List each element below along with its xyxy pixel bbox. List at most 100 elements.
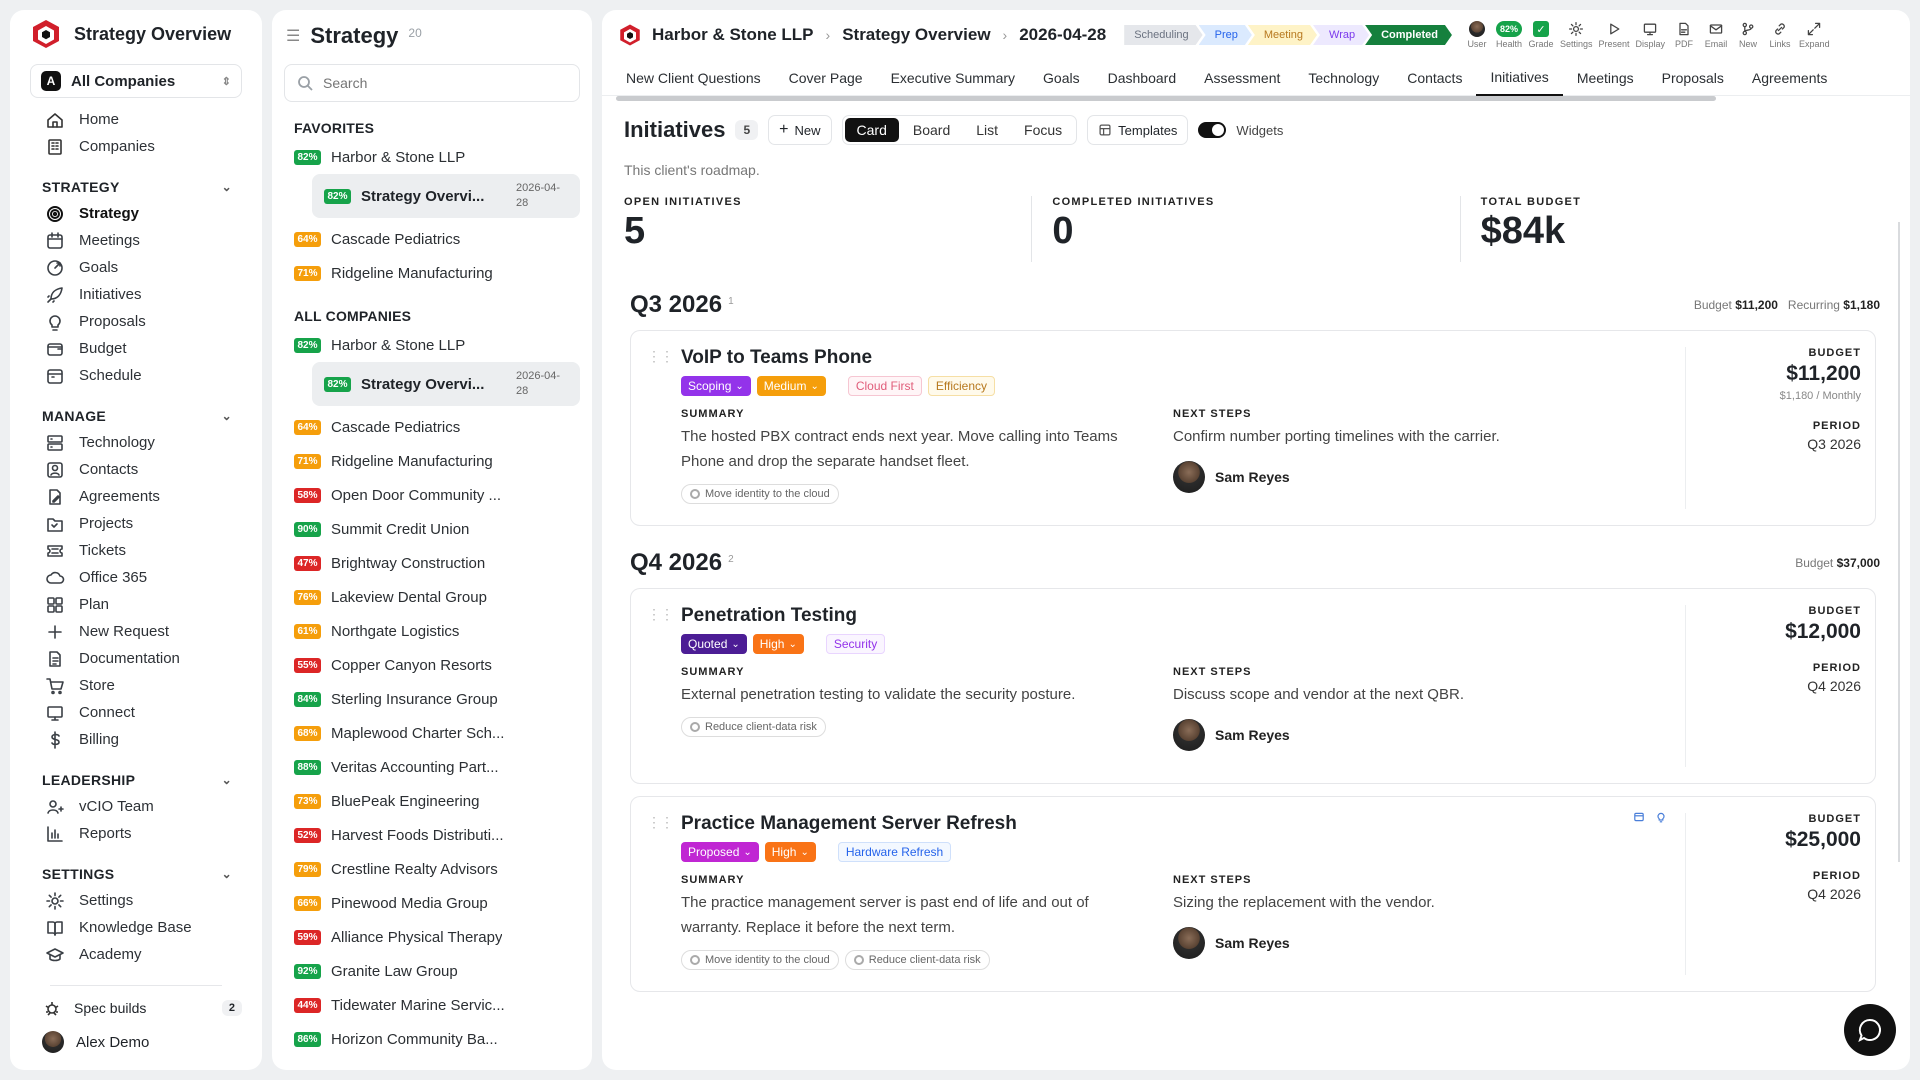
company-item[interactable]: 88% Veritas Accounting Part... [272, 750, 592, 784]
sidebar-item-connect[interactable]: Connect [10, 699, 262, 726]
sidebar-item-new-request[interactable]: New Request [10, 618, 262, 645]
tab-dashboard[interactable]: Dashboard [1094, 60, 1191, 96]
company-item[interactable]: 52% Harvest Foods Distributi... [272, 818, 592, 852]
sidebar-item-store[interactable]: Store [10, 672, 262, 699]
tool-user[interactable]: User [1464, 21, 1490, 49]
owner[interactable]: Sam Reyes [1173, 719, 1665, 751]
company-item[interactable]: 58% Open Door Community ... [272, 478, 592, 512]
tab-goals[interactable]: Goals [1029, 60, 1094, 96]
tool-health[interactable]: 82% Health [1495, 21, 1522, 49]
horizontal-scrollbar[interactable] [612, 96, 1900, 102]
sidebar-item-settings[interactable]: Settings [10, 887, 262, 914]
drag-handle-icon[interactable]: ⋮⋮ [647, 607, 674, 621]
tab-technology[interactable]: Technology [1294, 60, 1393, 96]
user-row[interactable]: Alex Demo [30, 1024, 242, 1060]
drag-handle-icon[interactable]: ⋮⋮ [647, 349, 674, 363]
company-item[interactable]: 64% Cascade Pediatrics [272, 222, 592, 256]
sidebar-item-contacts[interactable]: Contacts [10, 456, 262, 483]
sidebar-item-knowledge-base[interactable]: Knowledge Base [10, 914, 262, 941]
tool-display[interactable]: Display [1636, 21, 1665, 49]
company-item[interactable]: 73% BluePeak Engineering [272, 784, 592, 818]
sidebar-section-leadership[interactable]: LEADERSHIP ⌄ [10, 767, 262, 793]
company-item[interactable]: 61% Northgate Logistics [272, 614, 592, 648]
chevron-down-icon[interactable]: ⌄ [222, 773, 232, 787]
view-list[interactable]: List [964, 118, 1010, 142]
sidebar-item-office-365[interactable]: Office 365 [10, 564, 262, 591]
sidebar-item-projects[interactable]: Projects [10, 510, 262, 537]
drag-handle-icon[interactable]: ⋮⋮ [647, 815, 674, 829]
sidebar-item-companies[interactable]: Companies [10, 133, 262, 160]
tab-meetings[interactable]: Meetings [1563, 60, 1648, 96]
stage-meeting[interactable]: Meeting [1248, 25, 1317, 45]
tab-proposals[interactable]: Proposals [1648, 60, 1738, 96]
goal-chip[interactable]: Move identity to the cloud [681, 484, 839, 504]
priority-dropdown[interactable]: High ⌄ [752, 634, 804, 654]
sidebar-item-billing[interactable]: Billing [10, 726, 262, 753]
status-dropdown[interactable]: Proposed ⌄ [681, 842, 759, 862]
sidebar-item-academy[interactable]: Academy [10, 941, 262, 968]
tab-cover-page[interactable]: Cover Page [775, 60, 877, 96]
lightbulb-link-icon[interactable] [1655, 811, 1667, 826]
initiative-title[interactable]: VoIP to Teams Phone [681, 347, 1665, 369]
chevron-down-icon[interactable]: ⌄ [222, 180, 232, 194]
sidebar-section-manage[interactable]: MANAGE ⌄ [10, 403, 262, 429]
company-item[interactable]: 86% Horizon Community Ba... [272, 1022, 592, 1056]
stage-prep[interactable]: Prep [1199, 25, 1252, 45]
view-card[interactable]: Card [844, 118, 899, 142]
initiative-title[interactable]: Practice Management Server Refresh [681, 813, 1665, 835]
priority-dropdown[interactable]: High ⌄ [764, 842, 816, 862]
status-dropdown[interactable]: Quoted ⌄ [681, 634, 747, 654]
tab-contacts[interactable]: Contacts [1393, 60, 1476, 96]
goal-chip[interactable]: Reduce client-data risk [844, 950, 990, 970]
sidebar-item-strategy[interactable]: Strategy [10, 200, 262, 227]
sidebar-item-agreements[interactable]: Agreements [10, 483, 262, 510]
scrollbar-thumb[interactable] [616, 96, 1716, 101]
menu-icon[interactable]: ☰ [286, 26, 300, 46]
initiative-card[interactable]: ⋮⋮ VoIP to Teams Phone Scoping ⌄ Medium ⌄ Clou… [630, 330, 1876, 526]
company-item[interactable]: 59% Alliance Physical Therapy [272, 920, 592, 954]
company-item[interactable]: 71% Ridgeline Manufacturing [272, 256, 592, 290]
breadcrumb-page[interactable]: Strategy Overview [842, 25, 990, 45]
sidebar-item-documentation[interactable]: Documentation [10, 645, 262, 672]
sidebar-item-reports[interactable]: Reports [10, 820, 262, 847]
sidebar-item-vcio-team[interactable]: vCIO Team [10, 793, 262, 820]
sidebar-item-tickets[interactable]: Tickets [10, 537, 262, 564]
sidebar-item-budget[interactable]: Budget [10, 335, 262, 362]
tool-email[interactable]: Email [1703, 21, 1729, 49]
tool-links[interactable]: Links [1767, 21, 1793, 49]
company-item[interactable]: 47% Brightway Construction [272, 546, 592, 580]
status-dropdown[interactable]: Scoping ⌄ [681, 376, 751, 396]
initiative-card[interactable]: ⋮⋮ Practice Management Server Refresh Prop… [630, 796, 1876, 992]
tab-assessment[interactable]: Assessment [1190, 60, 1294, 96]
sidebar-item-home[interactable]: Home [10, 106, 262, 133]
templates-button[interactable]: Templates [1087, 115, 1189, 145]
goal-chip[interactable]: Reduce client-data risk [681, 717, 826, 737]
initiative-card[interactable]: ⋮⋮ Penetration Testing Quoted ⌄ High ⌄ Securit… [630, 588, 1876, 784]
company-item[interactable]: 92% Granite Law Group [272, 954, 592, 988]
tool-present[interactable]: Present [1599, 21, 1630, 49]
company-item[interactable]: 55% Copper Canyon Resorts [272, 648, 592, 682]
spec-builds-row[interactable]: Spec builds 2 [30, 992, 242, 1024]
company-item[interactable]: 82% Harbor & Stone LLP [272, 328, 592, 362]
tool-new[interactable]: New [1735, 21, 1761, 49]
stage-scheduling[interactable]: Scheduling [1124, 25, 1202, 45]
company-item[interactable]: 82% Harbor & Stone LLP [272, 140, 592, 174]
sidebar-section-strategy[interactable]: STRATEGY ⌄ [10, 174, 262, 200]
company-item[interactable]: 84% Sterling Insurance Group [272, 682, 592, 716]
company-item[interactable]: 71% Ridgeline Manufacturing [272, 444, 592, 478]
new-initiative-button[interactable]: + New [768, 115, 832, 145]
sidebar-item-meetings[interactable]: Meetings [10, 227, 262, 254]
company-selector[interactable]: A All Companies ⇕ [30, 64, 242, 98]
sidebar-item-proposals[interactable]: Proposals [10, 308, 262, 335]
breadcrumb-company[interactable]: Harbor & Stone LLP [652, 25, 814, 45]
company-item[interactable]: 66% Pinewood Media Group [272, 886, 592, 920]
chat-button[interactable] [1844, 1004, 1896, 1056]
tab-agreements[interactable]: Agreements [1738, 60, 1841, 96]
sidebar-item-technology[interactable]: Technology [10, 429, 262, 456]
stage-completed[interactable]: Completed [1365, 25, 1452, 45]
initiative-title[interactable]: Penetration Testing [681, 605, 1665, 627]
app-logo[interactable] [30, 18, 62, 50]
tool-expand[interactable]: Expand [1799, 21, 1830, 49]
tool-grade[interactable]: ✓ Grade [1528, 21, 1554, 49]
chevron-down-icon[interactable]: ⌄ [222, 409, 232, 423]
